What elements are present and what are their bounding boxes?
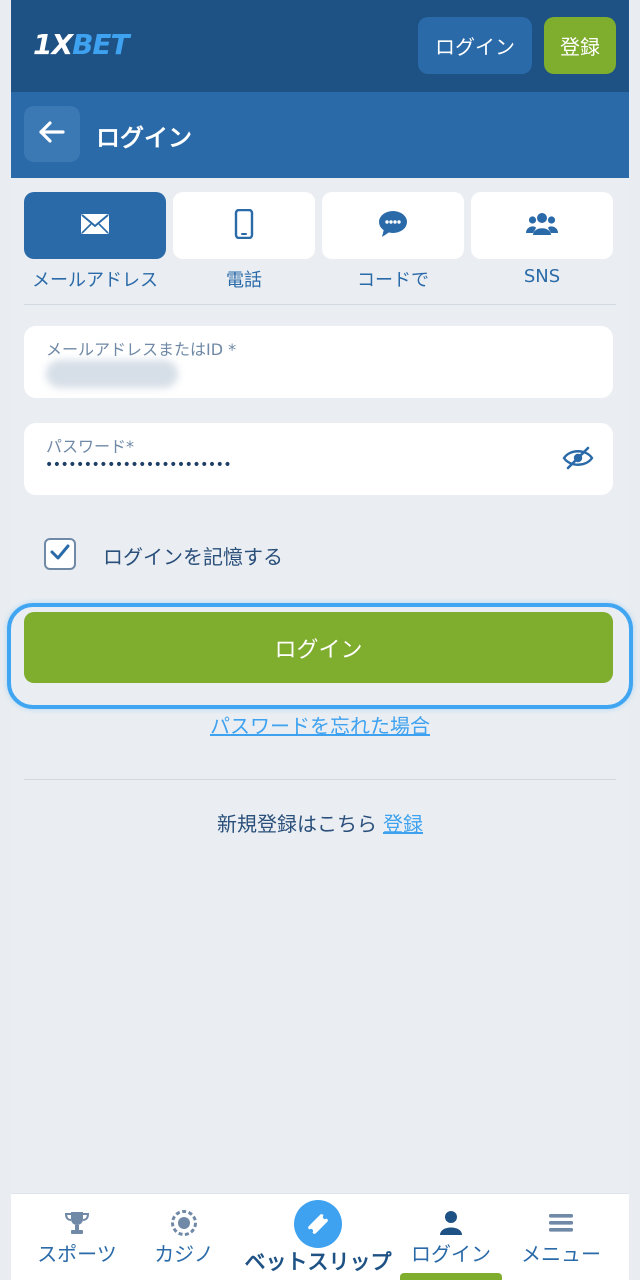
- tab-phone-label[interactable]: 電話: [173, 266, 315, 292]
- checkmark-icon: [50, 544, 70, 564]
- tab-phone[interactable]: [173, 192, 315, 259]
- trophy-icon: [64, 1210, 90, 1236]
- casino-chip-icon: [171, 1210, 197, 1236]
- hamburger-menu-icon: [548, 1210, 574, 1236]
- chat-bubble-icon: [378, 210, 408, 242]
- remember-me-label[interactable]: ログインを記憶する: [103, 541, 283, 570]
- back-button[interactable]: [24, 106, 80, 162]
- arrow-left-icon: [39, 121, 65, 147]
- ticket-icon: [294, 1200, 342, 1248]
- logo-suffix: BET: [72, 28, 130, 61]
- forgot-password-link[interactable]: パスワードを忘れた場合: [11, 710, 629, 739]
- nav-active-indicator: [400, 1273, 502, 1280]
- tab-sns[interactable]: [471, 192, 613, 259]
- app-frame: 1XBET ログイン 登録 ログイン メールアドレス 電話 コードで SNS メ…: [7, 0, 633, 1280]
- eye-slash-icon: [562, 446, 594, 474]
- page-header: ログイン: [11, 92, 629, 178]
- register-link[interactable]: 登録: [383, 812, 423, 836]
- divider: [24, 779, 616, 780]
- nav-label-betslip: ベットスリップ: [244, 1250, 392, 1274]
- nav-item-menu[interactable]: メニュー: [508, 1194, 614, 1280]
- header-register-button[interactable]: 登録: [544, 17, 616, 74]
- top-bar: 1XBET ログイン 登録: [11, 0, 629, 92]
- nav-item-betslip[interactable]: ベットスリップ: [243, 1194, 393, 1280]
- page-title: ログイン: [96, 124, 192, 152]
- divider: [24, 304, 616, 305]
- phone-icon: [234, 208, 254, 243]
- remember-me-checkbox[interactable]: [44, 538, 76, 570]
- password-field[interactable]: パスワード* ••••••••••••••••••••••••: [24, 423, 613, 495]
- bottom-nav: スポーツ カジノ ベットスリップ ログイン メニュー: [11, 1193, 629, 1280]
- nav-label-casino: カジノ: [154, 1242, 214, 1266]
- nav-item-sports[interactable]: スポーツ: [24, 1194, 130, 1280]
- nav-label-menu: メニュー: [521, 1242, 601, 1266]
- envelope-icon: [80, 213, 110, 239]
- register-prompt-row: 新規登録はこちら 登録: [11, 808, 629, 837]
- tab-sns-label[interactable]: SNS: [471, 266, 613, 287]
- logo-prefix: 1X: [33, 28, 73, 61]
- email-field-label: メールアドレスまたはID *: [46, 340, 237, 359]
- nav-item-login[interactable]: ログイン: [400, 1194, 502, 1280]
- password-value: ••••••••••••••••••••••••: [45, 457, 232, 473]
- nav-label-sports: スポーツ: [37, 1242, 117, 1266]
- tab-email-label[interactable]: メールアドレス: [24, 266, 166, 292]
- tab-code-label[interactable]: コードで: [322, 266, 464, 292]
- toggle-password-visibility-button[interactable]: [561, 443, 595, 477]
- brand-logo[interactable]: 1XBET: [33, 28, 130, 61]
- nav-item-casino[interactable]: カジノ: [136, 1194, 232, 1280]
- register-prompt-text: 新規登録はこちら: [217, 812, 377, 836]
- email-field[interactable]: メールアドレスまたはID *: [24, 326, 613, 398]
- header-login-button[interactable]: ログイン: [418, 17, 532, 74]
- email-value-redacted: [46, 360, 178, 388]
- user-icon: [439, 1210, 463, 1236]
- tab-email[interactable]: [24, 192, 166, 259]
- password-field-label: パスワード*: [46, 437, 135, 456]
- tab-code[interactable]: [322, 192, 464, 259]
- login-submit-button[interactable]: ログイン: [24, 612, 613, 683]
- users-icon: [526, 211, 558, 241]
- nav-label-login: ログイン: [411, 1242, 491, 1266]
